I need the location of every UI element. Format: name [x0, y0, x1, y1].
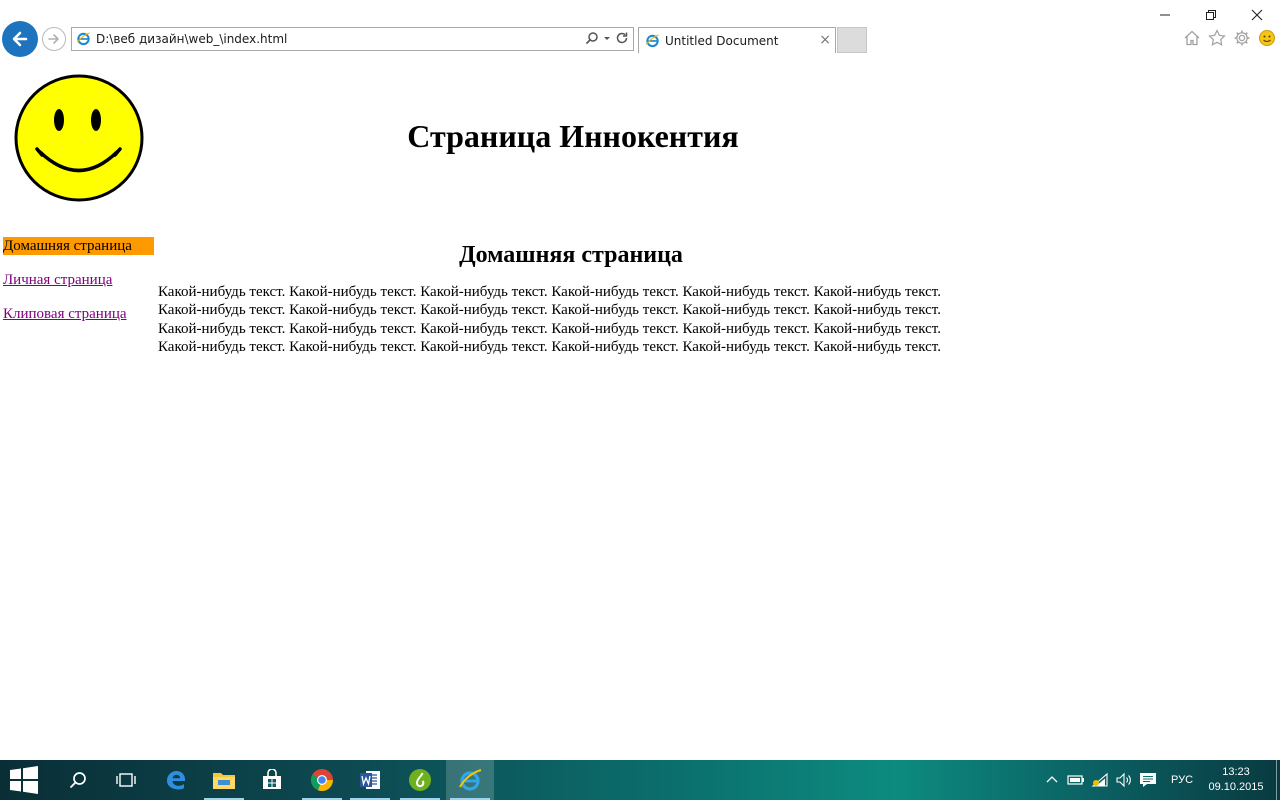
close-icon [1251, 9, 1263, 21]
tab-title: Untitled Document [665, 34, 779, 48]
refresh-icon[interactable] [615, 31, 629, 45]
settings-gear-icon[interactable] [1233, 29, 1251, 47]
taskbar-chrome[interactable] [298, 760, 346, 800]
feedback-smiley-icon[interactable] [1258, 29, 1276, 47]
search-icon [69, 772, 86, 789]
nav-item-clips[interactable]: Клиповая страница [3, 305, 154, 323]
taskbar-store[interactable] [248, 760, 296, 800]
main-content: Домашняя страница Какой-нибудь текст. Ка… [158, 240, 984, 356]
chrome-icon [310, 769, 334, 792]
word-icon [360, 771, 380, 789]
show-desktop-button[interactable] [1276, 760, 1280, 800]
taskbar-word[interactable] [346, 760, 394, 800]
smiley-logo [14, 74, 144, 202]
clock[interactable]: 13:23 09.10.2015 [1200, 760, 1272, 800]
home-icon[interactable] [1183, 29, 1201, 47]
content-heading: Домашняя страница [459, 242, 683, 268]
browser-chrome: D:\веб дизайн\web_\index.html Untitled D… [0, 0, 1280, 62]
internet-explorer-icon [459, 769, 482, 791]
restore-icon [1206, 10, 1216, 20]
web-page: Страница Иннокентия Домашняя страница Ли… [0, 62, 1280, 760]
minimize-button[interactable] [1142, 0, 1188, 30]
task-view-button[interactable] [102, 760, 150, 800]
show-hidden-icons[interactable] [1040, 760, 1064, 800]
notifications-icon [1140, 773, 1156, 787]
restore-button[interactable] [1188, 0, 1234, 30]
edge-icon [167, 771, 185, 790]
arrow-right-icon [48, 34, 59, 44]
taskbar-file-explorer[interactable] [200, 760, 248, 800]
volume-control[interactable] [1112, 760, 1136, 800]
input-language[interactable]: РУС [1164, 760, 1200, 800]
taskbar-internet-explorer[interactable] [446, 760, 494, 800]
browser-tab[interactable]: Untitled Document × [638, 27, 836, 53]
address-bar[interactable]: D:\веб дизайн\web_\index.html [71, 27, 634, 51]
nav-item-personal[interactable]: Личная страница [3, 271, 154, 289]
dreamweaver-icon [409, 769, 431, 791]
task-view-icon [116, 773, 136, 787]
address-text[interactable]: D:\веб дизайн\web_\index.html [96, 32, 287, 46]
taskbar: РУС 13:23 09.10.2015 [0, 760, 1280, 800]
nav-item-home[interactable]: Домашняя страница [3, 237, 154, 255]
system-tray: РУС 13:23 09.10.2015 [1040, 760, 1280, 800]
clock-date: 09.10.2015 [1208, 781, 1264, 793]
chevron-up-icon [1046, 776, 1058, 783]
windows-logo-icon [10, 766, 38, 794]
back-button[interactable] [2, 21, 38, 57]
content-paragraph: Какой-нибудь текст. Какой-нибудь текст. … [158, 284, 941, 355]
favorites-star-icon[interactable] [1208, 29, 1226, 47]
store-icon [263, 769, 281, 789]
forward-button[interactable] [42, 27, 66, 51]
arrow-left-icon [12, 31, 28, 47]
minimize-icon [1160, 14, 1170, 16]
search-icon[interactable] [585, 31, 599, 45]
language-label: РУС [1170, 774, 1194, 786]
new-tab-button[interactable] [837, 27, 867, 53]
taskbar-edge[interactable] [152, 760, 200, 800]
side-navigation: Домашняя страница Личная страница Клипов… [3, 237, 154, 339]
search-button[interactable] [54, 760, 102, 800]
clock-time: 13:23 [1222, 766, 1250, 778]
battery-indicator[interactable] [1064, 760, 1088, 800]
browser-tools [1183, 29, 1276, 47]
ie-tab-icon [645, 34, 659, 48]
speaker-icon [1116, 772, 1131, 788]
window-controls [1142, 0, 1280, 30]
network-indicator[interactable] [1088, 760, 1112, 800]
close-window-button[interactable] [1234, 0, 1280, 30]
wifi-icon [1091, 772, 1108, 787]
start-button[interactable] [0, 760, 48, 800]
taskbar-dreamweaver[interactable] [396, 760, 444, 800]
dropdown-icon[interactable] [603, 31, 611, 45]
ie-page-icon [76, 32, 90, 46]
battery-icon [1067, 775, 1084, 785]
action-center[interactable] [1136, 760, 1160, 800]
site-title: Страница Иннокентия [407, 118, 739, 154]
close-tab-icon[interactable]: × [819, 32, 831, 48]
file-explorer-icon [213, 773, 235, 789]
